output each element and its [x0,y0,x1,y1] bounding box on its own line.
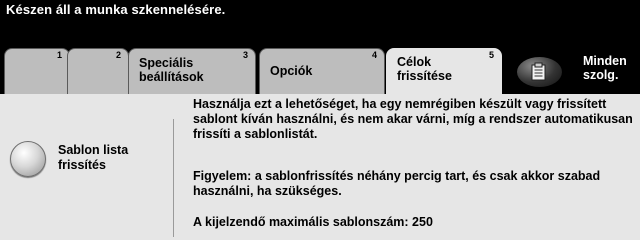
tab-options[interactable]: 4 Opciók [259,48,385,94]
content-panel: Sablon lista frissítés Használja ezt a l… [0,94,640,240]
info-paragraph: Használja ezt a lehetőséget, ha egy nemr… [193,97,633,141]
services-icon [530,62,548,87]
tab-number: 2 [115,50,121,60]
refresh-template-list-button[interactable] [10,141,46,177]
tab-number: 4 [371,50,377,60]
tab-2[interactable]: 2 [67,48,129,94]
tab-number: 5 [488,50,494,60]
tab-number: 1 [56,50,62,60]
tab-label: Célok frissítése [397,55,452,83]
tab-number: 3 [242,50,248,60]
tab-special-settings[interactable]: 3 Speciális beállítások [128,48,256,94]
status-message: Készen áll a munka szkennelésére. [6,2,226,17]
tab-1[interactable]: 1 [4,48,70,94]
all-services-button[interactable] [516,56,563,88]
refresh-template-list-label[interactable]: Sablon lista frissítés [58,143,128,173]
tab-bar: 1 2 3 Speciális beállítások 4 Opciók 5 C… [0,48,640,96]
tab-label: Speciális beállítások [139,56,204,84]
tab-update-destinations[interactable]: 5 Célok frissítése [386,48,502,96]
all-services-label[interactable]: Minden szolg. [583,54,627,82]
divider [173,119,174,237]
tab-label: Opciók [270,64,313,78]
warning-paragraph: Figyelem: a sablonfrissítés néhány perci… [193,169,601,198]
max-template-count: A kijelzendő maximális sablonszám: 250 [193,215,433,229]
